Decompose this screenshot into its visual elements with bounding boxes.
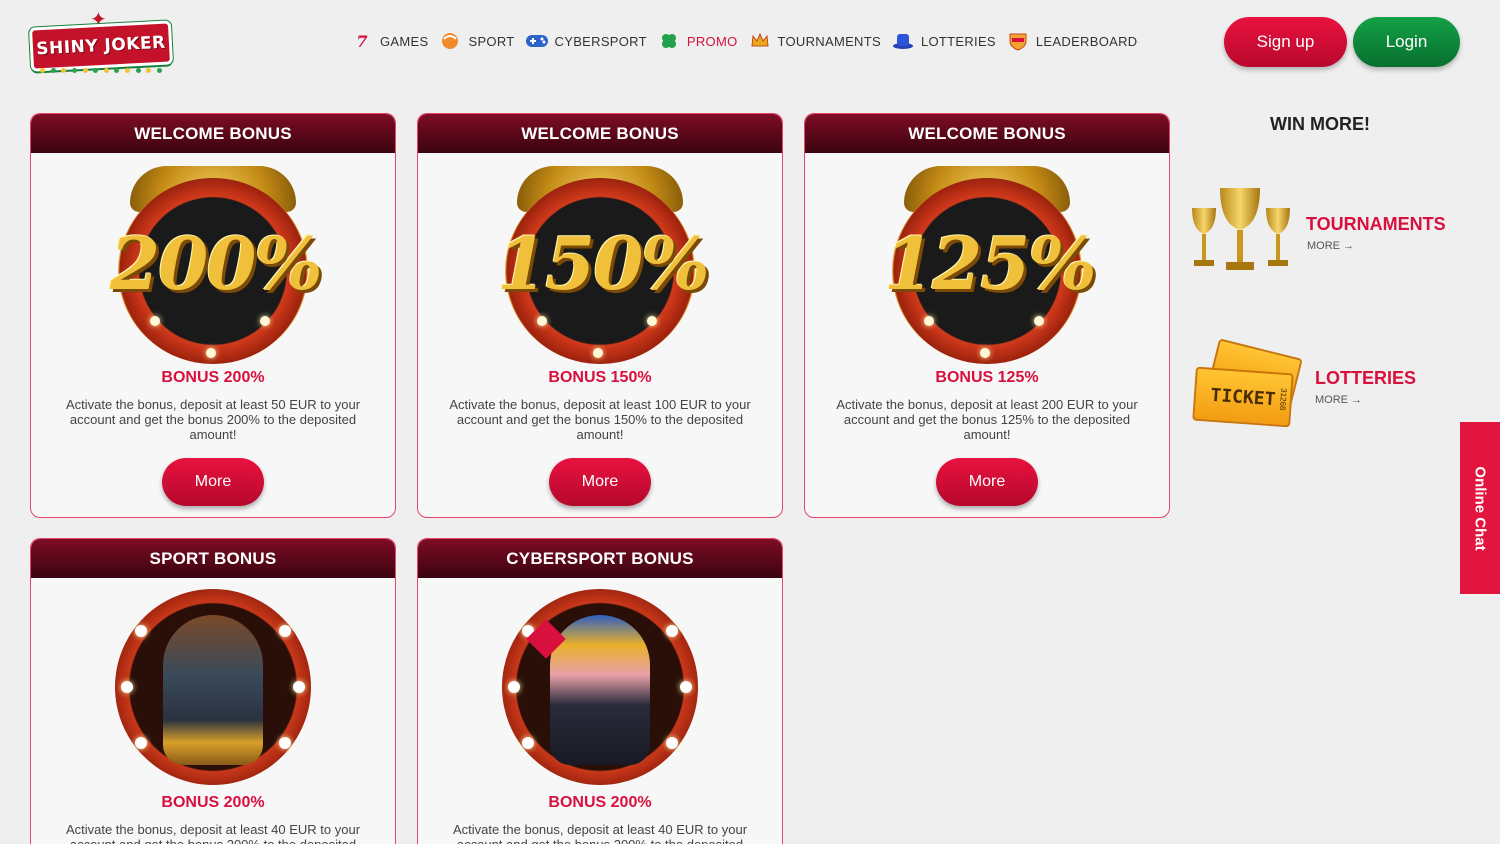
site-logo[interactable]: ✦ SHINY JOKER [28, 10, 174, 74]
bonus-medallion-image: 125% [884, 166, 1097, 366]
bonus-title: BONUS 125% [935, 369, 1039, 386]
trophy-icon [1186, 184, 1298, 281]
hat-icon [891, 30, 915, 52]
nav-label: SPORT [468, 33, 515, 49]
ticket-number: 31268 [1277, 387, 1289, 411]
bonus-description: Activate the bonus, deposit at least 40 … [65, 822, 361, 844]
sidebar-item-lotteries[interactable]: TICKET 31268 LOTTERIES MORE → [1190, 338, 1480, 440]
cybersport-character-image [502, 589, 698, 785]
nav-label: LEADERBOARD [1035, 33, 1138, 49]
nav-label: LOTTERIES [920, 33, 996, 49]
login-button[interactable]: Login [1353, 17, 1460, 67]
bonus-percent-art: 150% [497, 221, 710, 306]
bonus-medallion-image: 150% [497, 166, 710, 366]
card-header: SPORT BONUS [31, 539, 395, 578]
bonus-card: WELCOME BONUS 125% BONUS 125% Activate t… [804, 113, 1170, 518]
main-nav: 7 GAMES SPORT CYBERSPORT PROMO TOURNAMEN… [350, 30, 1147, 52]
nav-item-tournaments[interactable]: TOURNAMENTS [748, 30, 881, 52]
bonus-card: CYBERSPORT BONUS BONUS 200% Activate the… [417, 538, 783, 844]
online-chat-tab[interactable]: Online Chat [1460, 422, 1500, 594]
more-button[interactable]: More [162, 458, 264, 506]
online-chat-label: Online Chat [1471, 465, 1489, 551]
lotteries-label: LOTTERIES [1315, 368, 1417, 388]
nav-label: PROMO [686, 33, 738, 49]
ticket-icon: TICKET 31268 [1192, 366, 1294, 428]
more-button[interactable]: More [936, 458, 1038, 506]
bonus-description: Activate the bonus, deposit at least 40 … [452, 822, 748, 844]
card-header: CYBERSPORT BONUS [418, 539, 782, 578]
logo-text: SHINY JOKER [35, 32, 167, 60]
card-header: WELCOME BONUS [418, 114, 782, 153]
more-button[interactable]: More [549, 458, 651, 506]
card-header: WELCOME BONUS [31, 114, 395, 153]
bonus-description: Activate the bonus, deposit at least 200… [836, 397, 1138, 442]
bonus-card: WELCOME BONUS 150% BONUS 150% Activate t… [417, 113, 783, 518]
nav-label: TOURNAMENTS [777, 33, 881, 49]
crown-icon [748, 30, 772, 52]
bonus-description: Activate the bonus, deposit at least 100… [449, 397, 751, 442]
signup-button[interactable]: Sign up [1224, 17, 1347, 67]
tournaments-more-link[interactable]: MORE → [1307, 240, 1354, 252]
bonus-description: Activate the bonus, deposit at least 50 … [65, 397, 361, 442]
nav-label: GAMES [380, 33, 429, 49]
ticket-text: TICKET [1209, 384, 1277, 410]
bonus-title: BONUS 200% [161, 794, 265, 811]
nav-item-promo[interactable]: PROMO [657, 30, 738, 52]
bonus-card: WELCOME BONUS 200% BONUS 200% Activate t… [30, 113, 396, 518]
gamepad-icon [525, 30, 549, 52]
nav-item-lotteries[interactable]: LOTTERIES [891, 30, 996, 52]
clover-icon [657, 30, 681, 52]
tournaments-label: TOURNAMENTS [1306, 214, 1446, 234]
badge-icon [1006, 30, 1030, 52]
bonus-percent-art: 200% [110, 221, 323, 306]
nav-item-sport[interactable]: SPORT [438, 30, 514, 52]
win-more-title: WIN MORE! [1270, 114, 1370, 134]
nav-label: CYBERSPORT [554, 33, 647, 49]
bonus-card: SPORT BONUS BONUS 200% Activate the bonu… [30, 538, 396, 844]
lotteries-more-link[interactable]: MORE → [1315, 394, 1362, 406]
bonus-title: BONUS 200% [548, 794, 652, 811]
logo-lights [40, 68, 162, 74]
nav-item-leaderboard[interactable]: LEADERBOARD [1006, 30, 1138, 52]
bonus-percent-art: 125% [884, 221, 1097, 306]
bonus-medallion-image: 200% [110, 166, 323, 366]
nav-item-games[interactable]: 7 GAMES [350, 30, 428, 52]
sport-character-image [115, 589, 311, 785]
seven-icon: 7 [356, 31, 368, 51]
bonus-title: BONUS 150% [548, 369, 652, 386]
nav-item-cybersport[interactable]: CYBERSPORT [525, 30, 647, 52]
sidebar-item-tournaments[interactable]: TOURNAMENTS MORE → [1186, 180, 1476, 280]
ball-icon [438, 30, 462, 52]
logo-board: SHINY JOKER [28, 20, 174, 72]
bonus-title: BONUS 200% [161, 369, 265, 386]
card-header: WELCOME BONUS [805, 114, 1169, 153]
